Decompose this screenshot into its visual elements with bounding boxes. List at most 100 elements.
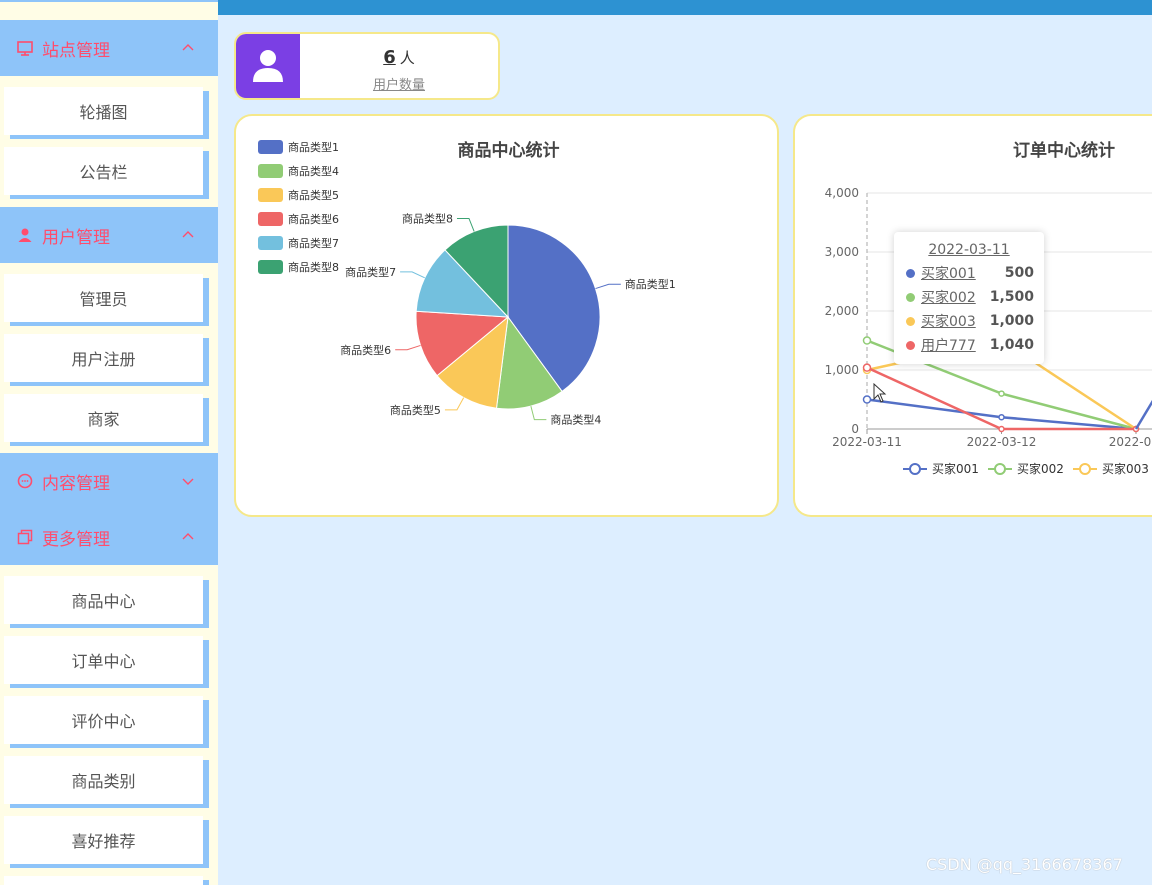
mouse-cursor-icon [873, 383, 887, 403]
pie-slice-label: 商品类型8 [402, 211, 453, 225]
chart-tooltip: 2022-03-11 买家001 500 买家002 1,500 买家003 1,00… [894, 232, 1044, 364]
pie-slice-label: 商品类型4 [550, 413, 601, 427]
legend-label[interactable]: 买家003 [1102, 461, 1149, 476]
sidebar-item-next[interactable] [4, 876, 203, 885]
legend-swatch[interactable] [258, 188, 283, 202]
sidebar-group-label: 内容管理 [42, 473, 110, 494]
legend-label[interactable]: 商品类型7 [288, 236, 339, 250]
monitor-icon [17, 41, 33, 56]
y-tick-label: 4,000 [825, 186, 859, 200]
tooltip-series-name: 买家003 [921, 314, 976, 330]
sidebar-item-carousel[interactable]: 轮播图 [4, 87, 203, 135]
series-point[interactable] [998, 413, 1005, 421]
user-icon [18, 228, 32, 242]
tooltip-row: 用户777 1,040 [906, 334, 1034, 356]
tooltip-series-value: 1,500 [989, 289, 1034, 305]
series-point[interactable] [998, 390, 1005, 397]
watermark: CSDN @qq_3166678367 [926, 855, 1123, 874]
sidebar-item-review-center[interactable]: 评价中心 [4, 696, 203, 744]
tooltip-series-name: 用户777 [921, 338, 976, 354]
sidebar-item-notice[interactable]: 公告栏 [4, 147, 203, 195]
top-header-bar [218, 0, 1152, 15]
tooltip-title: 2022-03-11 [928, 242, 1010, 258]
legend-marker[interactable] [994, 463, 1006, 475]
legend-swatch[interactable] [258, 164, 283, 178]
sidebar-group-label: 更多管理 [42, 529, 110, 550]
tooltip-series-name: 买家002 [921, 290, 976, 306]
sidebar-item-user-register[interactable]: 用户注册 [4, 334, 203, 382]
legend-label[interactable]: 商品类型6 [288, 212, 339, 226]
y-tick-label: 0 [851, 422, 859, 436]
pie-slice-label: 商品类型6 [340, 343, 391, 357]
series-line-continuation [1134, 399, 1152, 430]
tooltip-dot [906, 292, 915, 302]
pie-label-line [444, 397, 465, 411]
legend-swatch[interactable] [258, 236, 283, 250]
chevron-up-icon [182, 533, 194, 540]
sidebar-item-merchant[interactable]: 商家 [4, 394, 203, 442]
sidebar-group-content[interactable]: 内容管理 [0, 453, 218, 509]
sidebar-item-admin[interactable]: 管理员 [4, 274, 203, 322]
legend-label[interactable]: 买家001 [932, 461, 979, 476]
sidebar-group-label: 站点管理 [42, 40, 110, 61]
series-point[interactable] [998, 425, 1005, 433]
chat-icon [17, 473, 33, 489]
sidebar-item-product-category[interactable]: 商品类别 [4, 756, 203, 804]
tooltip-row: 买家002 1,500 [906, 286, 1034, 308]
pie-label-line [456, 217, 475, 232]
user-avatar-icon [236, 34, 300, 98]
legend-label[interactable]: 商品类型8 [288, 260, 339, 274]
x-tick-label: 2022-03-11 [832, 435, 902, 449]
sidebar-group-label: 用户管理 [42, 227, 110, 248]
sidebar-group-users[interactable]: 用户管理 [0, 207, 218, 263]
legend-swatch[interactable] [258, 212, 283, 226]
user-count-value: 6 [383, 47, 396, 68]
user-count-label: 用户数量 [372, 78, 425, 93]
legend-label[interactable]: 商品类型4 [288, 164, 339, 178]
legend-label[interactable]: 商品类型1 [288, 140, 339, 154]
tooltip-dot [906, 340, 915, 350]
sidebar-item-order-center[interactable]: 订单中心 [4, 636, 203, 684]
series-point[interactable] [862, 395, 872, 404]
x-tick-label: 2022-03-12 [967, 435, 1037, 449]
tooltip-row: 买家001 500 [906, 262, 1034, 284]
tooltip-series-value: 500 [1004, 265, 1034, 281]
series-point[interactable] [862, 363, 872, 372]
pie-label-line [595, 283, 621, 290]
sidebar-group-site[interactable]: 站点管理 [0, 20, 218, 76]
sidebar-group-previous[interactable] [0, 0, 218, 2]
legend-label[interactable]: 买家002 [1017, 461, 1064, 476]
series-point[interactable] [862, 336, 872, 345]
sidebar-item-product-center[interactable]: 商品中心 [4, 576, 203, 624]
pie-label-line [395, 344, 421, 351]
tooltip-dot [906, 316, 915, 326]
legend-swatch[interactable] [258, 260, 283, 274]
pie-chart: 商品类型1 商品类型4 商品类型5 商品类型6 商品类型7 商品类型8 商品类型1 商品类型4… [258, 140, 676, 427]
legend-marker[interactable] [1079, 463, 1091, 475]
pie-slice-label: 商品类型5 [390, 403, 441, 417]
y-tick-label: 1,000 [825, 363, 859, 377]
sidebar-group-more[interactable]: 更多管理 [0, 509, 218, 565]
tooltip-dot [906, 268, 915, 278]
chevron-down-icon [182, 478, 194, 485]
product-stats-panel: 商品中心统计 商品类型1 商品类型4 商品类型5 商品类型6 商品类型7 商品类型8 商品类… [234, 114, 779, 517]
copy-icon [17, 529, 33, 545]
tooltip-series-value: 1,000 [989, 313, 1034, 329]
legend-marker[interactable] [909, 463, 921, 475]
tooltip-series-name: 买家001 [921, 266, 976, 282]
sidebar: 站点管理 轮播图 公告栏 用户管理 管理员 用户注册 商家 内容管理 更多管理 … [0, 0, 218, 885]
tooltip-row: 买家003 1,000 [906, 310, 1034, 332]
chevron-up-icon [182, 44, 194, 51]
pie-label-line [400, 271, 425, 279]
tooltip-series-value: 1,040 [989, 337, 1034, 353]
pie-label-line [530, 405, 547, 421]
y-tick-label: 2,000 [825, 304, 859, 318]
user-count-unit: 人 [399, 49, 415, 67]
sidebar-item-preference[interactable]: 喜好推荐 [4, 816, 203, 864]
order-stats-panel: 订单中心统计 0 1,000 2,000 3,000 4,000 2022-03-11 20… [793, 114, 1152, 517]
legend-swatch[interactable] [258, 140, 283, 154]
pie-slice-label: 商品类型1 [625, 277, 676, 291]
user-count-card: 6人 用户数量 [234, 32, 500, 100]
legend-label[interactable]: 商品类型5 [288, 188, 339, 202]
chevron-up-icon [182, 231, 194, 238]
